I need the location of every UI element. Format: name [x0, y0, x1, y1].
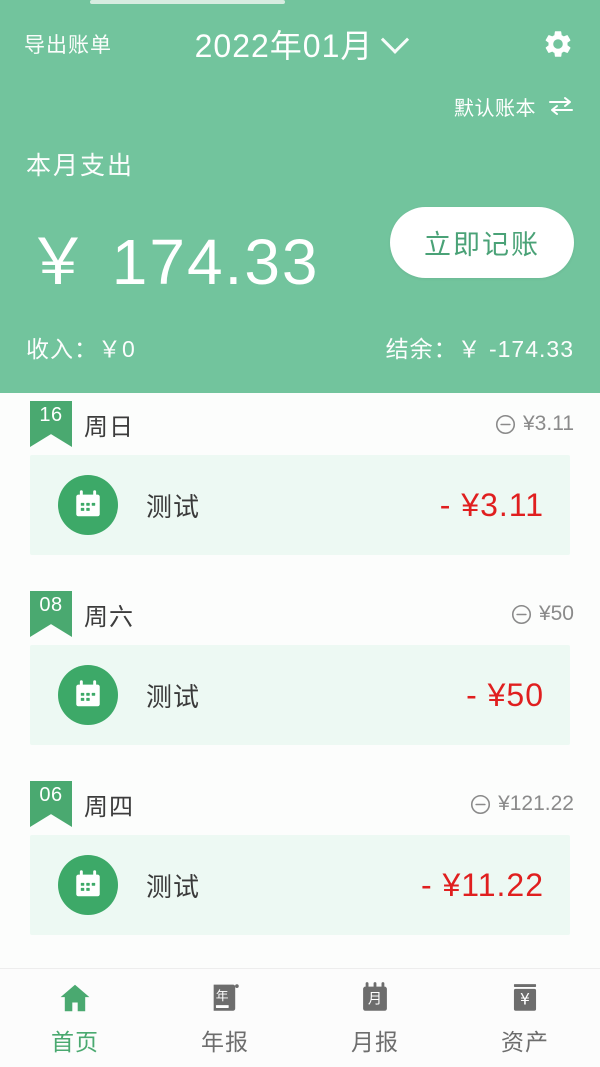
tab-year-report-label: 年报: [201, 1029, 249, 1055]
gear-icon[interactable]: [542, 28, 574, 60]
monthly-income-text: 收入：￥0: [26, 336, 136, 362]
day-badge: 16: [30, 401, 72, 447]
minus-circle-icon: [470, 794, 491, 815]
svg-text:年: 年: [216, 989, 229, 1004]
home-icon: [57, 979, 93, 1017]
tab-month-report[interactable]: 月 月报: [300, 979, 450, 1057]
calendar-icon: [58, 855, 118, 915]
summary-header: 导出账单 2022年01月 默认账本 本月支出 ￥ 174.33 立即记账 收入…: [0, 0, 600, 393]
chevron-down-icon: [381, 25, 410, 54]
day-header: 06 周四 ¥121.22: [0, 773, 600, 835]
transaction-amount: - ¥50: [466, 676, 544, 713]
transaction-name: 测试: [146, 871, 201, 902]
transaction-row[interactable]: 测试 - ¥11.22: [30, 835, 570, 935]
weekday-label: 周六: [84, 603, 134, 631]
transaction-amount: - ¥3.11: [439, 486, 544, 523]
tab-assets-label: 资产: [501, 1029, 549, 1055]
day-total: ¥121.22: [470, 792, 574, 816]
day-total-amount: ¥50: [538, 602, 574, 625]
transaction-amount: - ¥11.22: [420, 866, 544, 903]
ledger-name: 默认账本: [454, 97, 536, 120]
monthly-balance-text: 结余：￥ -174.33: [385, 336, 574, 362]
calendar-icon: [58, 475, 118, 535]
day-total: ¥50: [511, 602, 574, 626]
minus-circle-icon: [511, 604, 532, 625]
scroll-indicator: [90, 0, 285, 4]
day-total-amount: ¥3.11: [523, 412, 574, 435]
tab-month-report-label: 月报: [351, 1029, 399, 1055]
top-bar: 导出账单 2022年01月: [0, 0, 600, 88]
weekday-label: 周四: [84, 793, 134, 821]
svg-text:月: 月: [368, 992, 382, 1008]
income-balance-row: 收入：￥0 结余：￥ -174.33: [0, 330, 600, 364]
day-total-amount: ¥121.22: [498, 792, 574, 815]
day-group: 06 周四 ¥121.22 测试 - ¥11.22: [0, 773, 600, 935]
day-header: 08 周六 ¥50: [0, 583, 600, 645]
day-total: ¥3.11: [495, 412, 574, 436]
record-now-button[interactable]: 立即记账: [390, 207, 574, 278]
weekday-label: 周日: [84, 413, 134, 441]
tab-year-report[interactable]: 年 年报: [150, 979, 300, 1057]
swap-icon: [548, 96, 574, 116]
transaction-row[interactable]: 测试 - ¥50: [30, 645, 570, 745]
svg-text:¥: ¥: [520, 991, 530, 1009]
bottom-navigation: 首页 年 年报 月 月报 ¥ 资产: [0, 0, 600, 1067]
expense-title: 本月支出: [26, 152, 135, 180]
day-badge: 08: [30, 591, 72, 637]
monthly-expense-amount: ￥ 174.33: [26, 225, 320, 298]
assets-icon: ¥: [508, 979, 542, 1017]
day-group: 16 周日 ¥3.11 测试 - ¥3.11: [0, 393, 600, 555]
calendar-icon: [58, 665, 118, 725]
transaction-list[interactable]: 16 周日 ¥3.11 测试 - ¥3.11 08 周六 ¥50 测试 - ¥5…: [0, 393, 600, 968]
amount-row: ￥ 174.33 立即记账: [0, 192, 600, 296]
day-badge: 06: [30, 781, 72, 827]
tab-home[interactable]: 首页: [0, 979, 150, 1057]
tab-assets[interactable]: ¥ 资产: [450, 979, 600, 1057]
month-selector[interactable]: 2022年01月: [194, 21, 410, 67]
transaction-name: 测试: [146, 491, 201, 522]
month-label: 2022年01月: [194, 28, 374, 64]
app-screen: 导出账单 2022年01月 默认账本 本月支出 ￥ 174.33 立即记账 收入…: [0, 0, 600, 1067]
month-report-icon: 月: [358, 979, 392, 1017]
minus-circle-icon: [495, 414, 516, 435]
day-group: 08 周六 ¥50 测试 - ¥50: [0, 583, 600, 745]
tab-home-label: 首页: [51, 1029, 99, 1055]
transaction-row[interactable]: 测试 - ¥3.11: [30, 455, 570, 555]
year-report-icon: 年: [208, 979, 242, 1017]
day-header: 16 周日 ¥3.11: [0, 393, 600, 455]
ledger-switcher[interactable]: 默认账本: [0, 88, 600, 124]
export-bill-button[interactable]: 导出账单: [24, 29, 112, 59]
transaction-name: 测试: [146, 681, 201, 712]
